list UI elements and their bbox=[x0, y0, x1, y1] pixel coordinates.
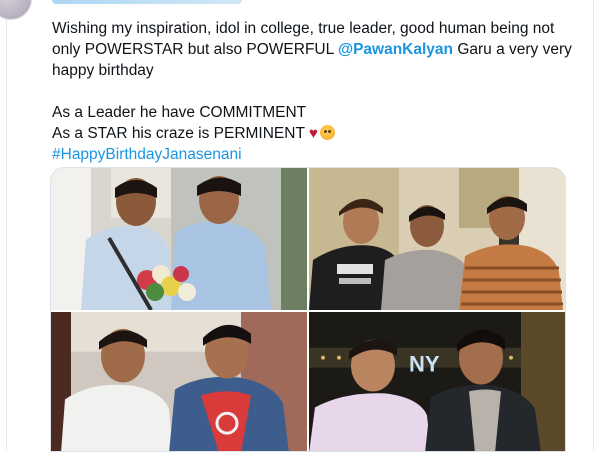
heart-emoji-icon: ♥ bbox=[308, 125, 318, 142]
timeline-divider-left bbox=[6, 0, 7, 450]
photo-3[interactable] bbox=[51, 312, 307, 451]
hashtag-link[interactable]: #HappyBirthdayJanasenani bbox=[52, 146, 242, 163]
hugging-face-emoji-icon bbox=[319, 125, 335, 140]
photo-1[interactable] bbox=[51, 168, 307, 310]
tweet-star-line-wrap: As a STAR his craze is PERMINENT ♥ bbox=[52, 123, 572, 144]
tweet-star-line: As a STAR his craze is PERMINENT bbox=[52, 125, 305, 142]
timeline-divider-right bbox=[593, 0, 594, 450]
photo-2[interactable] bbox=[309, 168, 565, 310]
avatar[interactable] bbox=[0, 0, 32, 20]
tweet-header-partial bbox=[52, 0, 242, 4]
photo-2-image bbox=[309, 168, 565, 310]
media-grid: NY bbox=[50, 167, 566, 452]
photo-1-image bbox=[51, 168, 307, 310]
tweet-paragraph-1: Wishing my inspiration, idol in college,… bbox=[52, 18, 572, 81]
photo-4-image: NY bbox=[309, 312, 565, 451]
tweet-leader-line: As a Leader he have COMMITMENT bbox=[52, 104, 307, 121]
tweet-hashtag-wrap: #HappyBirthdayJanasenani bbox=[52, 144, 572, 165]
photo-3-image bbox=[51, 312, 307, 451]
mention-link[interactable]: @PawanKalyan bbox=[338, 41, 453, 58]
photo-4-sign-text: NY bbox=[409, 352, 440, 377]
photo-4[interactable]: NY bbox=[309, 312, 565, 451]
tweet-text: Wishing my inspiration, idol in college,… bbox=[52, 18, 572, 165]
